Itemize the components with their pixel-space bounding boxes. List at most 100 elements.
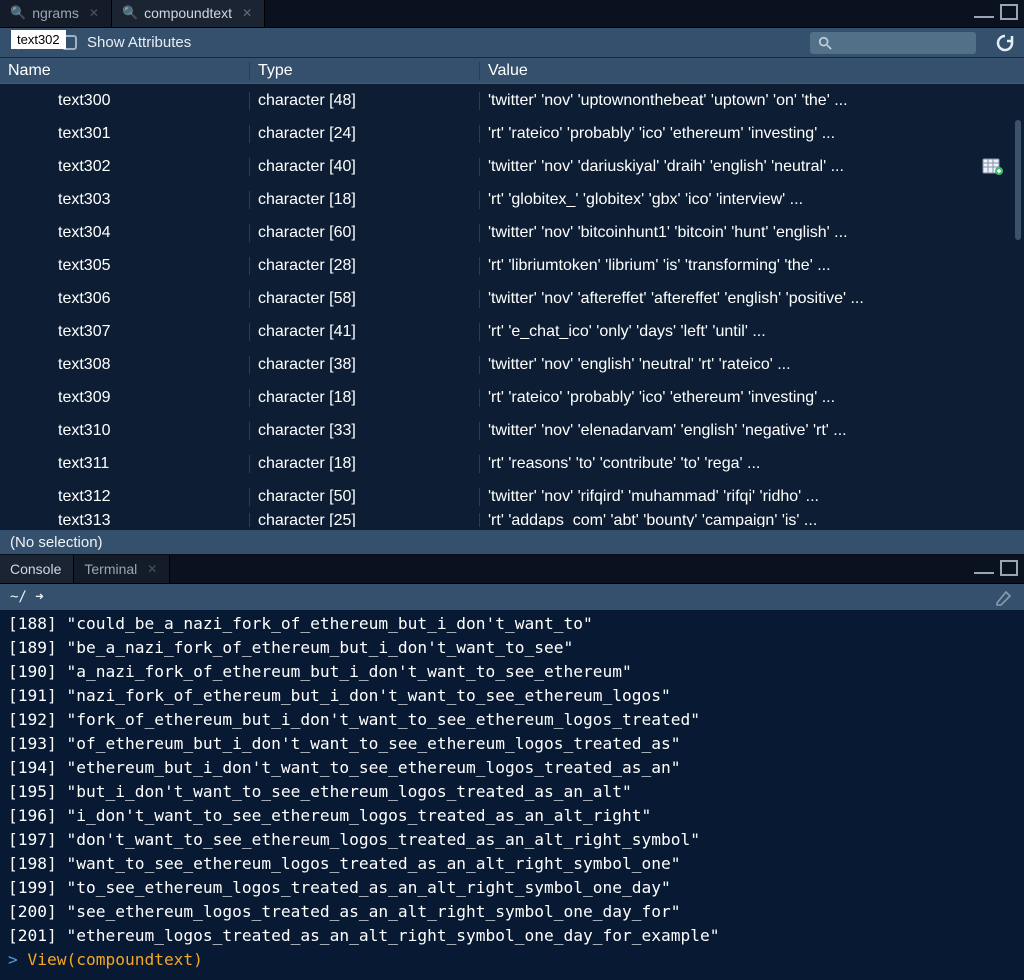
cell-value: 'twitter' 'nov' 'rifqird' 'muhammad' 'ri… [480,488,1024,506]
tab-console[interactable]: Console [0,555,74,583]
cell-name: text304 [0,224,250,242]
cell-name: text302 [0,158,250,176]
console-line: [193] "of_ethereum_but_i_don't_want_to_s… [8,732,1016,756]
cell-type: character [28] [250,257,480,275]
top-tab-bar: 🔍 ngrams ✕ 🔍 compoundtext ✕ [0,0,1024,28]
console-line: [190] "a_nazi_fork_of_ethereum_but_i_don… [8,660,1016,684]
cell-name: text300 [0,92,250,110]
cell-name: text312 [0,488,250,506]
console-line: [196] "i_don't_want_to_see_ethereum_logo… [8,804,1016,828]
cell-type: character [40] [250,158,480,176]
table-row[interactable]: text305character [28]'rt' 'libriumtoken'… [0,249,1024,282]
maximize-icon[interactable] [1000,560,1018,576]
cell-name: text311 [0,455,250,473]
tab-label: Console [10,561,61,577]
search-input[interactable] [810,32,976,54]
viewer-toolbar: Show Attributes [0,28,1024,58]
cell-type: character [41] [250,323,480,341]
console-line: [194] "ethereum_but_i_don't_want_to_see_… [8,756,1016,780]
working-directory: ~/ ➜ [10,589,44,605]
table-row[interactable]: text300character [48]'twitter' 'nov' 'up… [0,84,1024,117]
console-prompt-line[interactable]: > View(compoundtext) [8,948,1016,972]
console-line: [197] "don't_want_to_see_ethereum_logos_… [8,828,1016,852]
console-line: [195] "but_i_don't_want_to_see_ethereum_… [8,780,1016,804]
table-row[interactable]: text313character [25]'rt' 'addaps_com' '… [0,513,1024,527]
console-toolbar: ~/ ➜ [0,584,1024,610]
selection-status: (No selection) [0,530,1024,554]
tab-label: Terminal [84,561,137,577]
cell-value: 'twitter' 'nov' 'bitcoinhunt1' 'bitcoin'… [480,224,1024,242]
cell-name: text310 [0,422,250,440]
tab-label: ngrams [32,5,79,21]
minimize-icon[interactable] [974,10,994,18]
column-header-name[interactable]: Name [0,62,250,80]
tab-terminal[interactable]: Terminal ✕ [74,555,170,583]
tab-compoundtext[interactable]: 🔍 compoundtext ✕ [112,0,265,27]
cell-type: character [60] [250,224,480,242]
table-row[interactable]: text310character [33]'twitter' 'nov' 'el… [0,414,1024,447]
cell-name: text301 [0,125,250,143]
console-line: [191] "nazi_fork_of_ethereum_but_i_don't… [8,684,1016,708]
cell-value: 'rt' 'globitex_' 'globitex' 'gbx' 'ico' … [480,191,1024,209]
table-row[interactable]: text302character [40]'twitter' 'nov' 'da… [0,150,1024,183]
view-table-icon[interactable] [982,158,1004,176]
cell-type: character [48] [250,92,480,110]
close-icon[interactable]: ✕ [89,6,99,20]
data-viewer-pane: 🔍 ngrams ✕ 🔍 compoundtext ✕ text302 [0,0,1024,556]
table-row[interactable]: text309character [18]'rt' 'rateico' 'pro… [0,381,1024,414]
table-row[interactable]: text303character [18]'rt' 'globitex_' 'g… [0,183,1024,216]
console-line: [188] "could_be_a_nazi_fork_of_ethereum_… [8,612,1016,636]
cell-type: character [58] [250,290,480,308]
console-pane: Console Terminal ✕ ~/ ➜ [188] "could_be_… [0,556,1024,980]
table-row[interactable]: text312character [50]'twitter' 'nov' 'ri… [0,480,1024,513]
cell-name: text306 [0,290,250,308]
cell-value: 'twitter' 'nov' 'dariuskiyal' 'draih' 'e… [480,158,1024,176]
hover-tooltip: text302 [11,30,66,49]
cell-type: character [18] [250,191,480,209]
cell-name: text313 [0,513,250,527]
cell-value: 'rt' 'e_chat_ico' 'only' 'days' 'left' '… [480,323,1024,341]
table-body[interactable]: text300character [48]'twitter' 'nov' 'up… [0,84,1024,530]
show-attributes-label: Show Attributes [87,34,191,51]
table-row[interactable]: text308character [38]'twitter' 'nov' 'en… [0,348,1024,381]
cell-name: text303 [0,191,250,209]
column-header-value[interactable]: Value [480,62,1024,80]
cell-value: 'rt' 'addaps_com' 'abt' 'bounty' 'campai… [480,513,1024,527]
cell-value: 'twitter' 'nov' 'aftereffet' 'aftereffet… [480,290,1024,308]
cell-value: 'twitter' 'nov' 'elenadarvam' 'english' … [480,422,1024,440]
console-line: [199] "to_see_ethereum_logos_treated_as_… [8,876,1016,900]
cell-type: character [18] [250,389,480,407]
go-icon[interactable]: ➜ [27,589,44,605]
table-row[interactable]: text311character [18]'rt' 'reasons' 'to'… [0,447,1024,480]
cell-type: character [25] [250,513,480,527]
console-line: [200] "see_ethereum_logos_treated_as_an_… [8,900,1016,924]
cell-name: text305 [0,257,250,275]
console-line: [189] "be_a_nazi_fork_of_ethereum_but_i_… [8,636,1016,660]
close-icon[interactable]: ✕ [242,6,252,20]
cell-name: text308 [0,356,250,374]
cell-value: 'rt' 'reasons' 'to' 'contribute' 'to' 'r… [480,455,1024,473]
refresh-icon[interactable] [994,32,1016,54]
cell-type: character [18] [250,455,480,473]
table-row[interactable]: text301character [24]'rt' 'rateico' 'pro… [0,117,1024,150]
cell-value: 'twitter' 'nov' 'uptownonthebeat' 'uptow… [480,92,1024,110]
cell-type: character [33] [250,422,480,440]
search-icon: 🔍 [122,5,138,21]
table-row[interactable]: text306character [58]'twitter' 'nov' 'af… [0,282,1024,315]
bottom-tab-bar: Console Terminal ✕ [0,556,1024,584]
cell-name: text307 [0,323,250,341]
table-row[interactable]: text307character [41]'rt' 'e_chat_ico' '… [0,315,1024,348]
cell-value: 'rt' 'libriumtoken' 'librium' 'is' 'tran… [480,257,1024,275]
maximize-icon[interactable] [1000,4,1018,20]
cell-value: 'twitter' 'nov' 'english' 'neutral' 'rt'… [480,356,1024,374]
table-row[interactable]: text304character [60]'twitter' 'nov' 'bi… [0,216,1024,249]
tab-ngrams[interactable]: 🔍 ngrams ✕ [0,0,112,27]
console-output[interactable]: [188] "could_be_a_nazi_fork_of_ethereum_… [0,610,1024,980]
cell-type: character [50] [250,488,480,506]
tab-label: compoundtext [144,5,232,21]
table-header: Name Type Value [0,58,1024,84]
clear-console-icon[interactable] [994,588,1014,609]
column-header-type[interactable]: Type [250,62,480,80]
close-icon[interactable]: ✕ [147,562,157,576]
minimize-icon[interactable] [974,566,994,574]
